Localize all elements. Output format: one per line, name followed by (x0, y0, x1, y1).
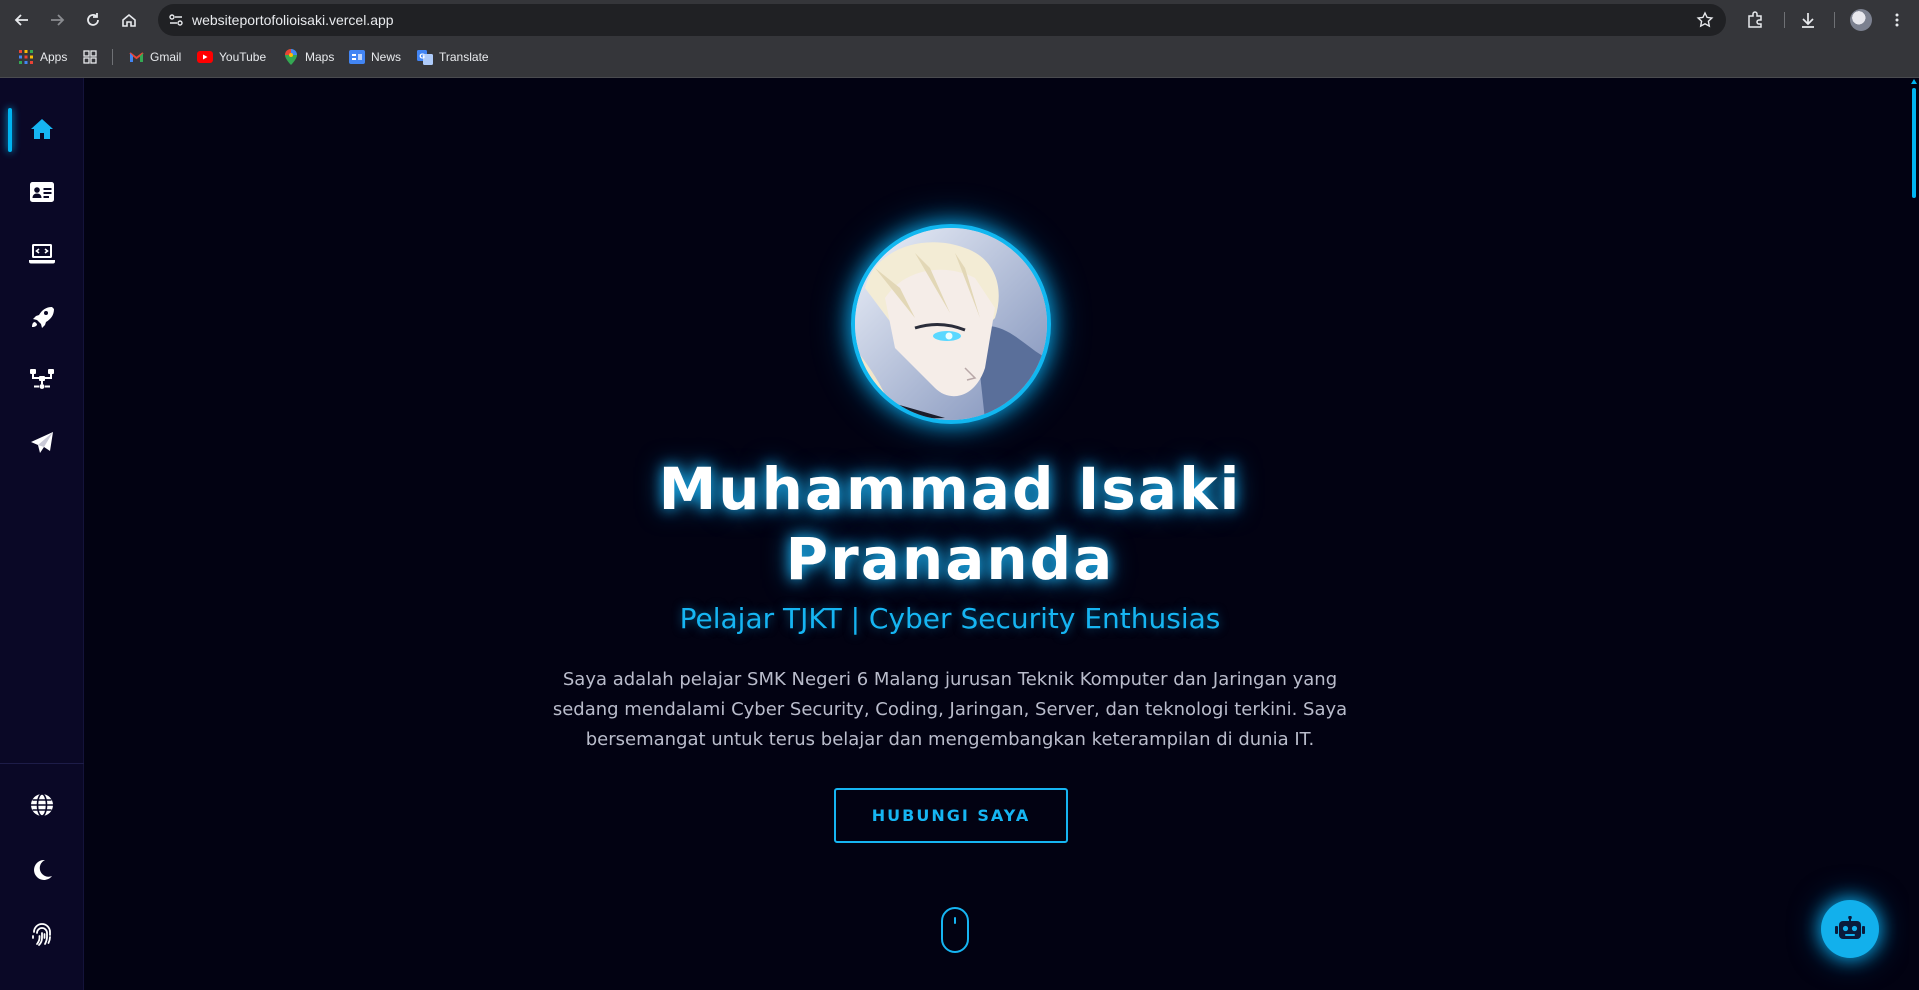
hero-name: Muhammad Isaki Pranandа (84, 454, 1816, 594)
apps-grid-icon (18, 49, 34, 65)
extensions-button[interactable] (1743, 8, 1767, 32)
moon-icon (34, 859, 52, 880)
browser-chrome: websiteportofolioisaki.vercel.app Apps G… (0, 0, 1919, 78)
hero-name-line2: Pranandа (785, 525, 1115, 593)
bookmark-translate[interactable]: G Translate (417, 44, 489, 70)
reload-icon (87, 13, 99, 26)
fingerprint-icon (32, 923, 51, 946)
site-info-icon[interactable] (168, 12, 184, 28)
home-button[interactable] (117, 8, 141, 32)
scroll-up-arrow-icon[interactable] (1911, 79, 1917, 84)
browser-home-icon (122, 13, 136, 27)
profile-photo (851, 224, 1051, 424)
hero-tagline: Pelajar TJKT | Cyber Security Enthusias (679, 602, 1221, 635)
reload-button[interactable] (81, 8, 105, 32)
sidebar-item-contact[interactable] (0, 417, 84, 469)
arrow-right-icon (51, 14, 65, 26)
bookmark-label: Apps (40, 50, 68, 64)
rocket-icon (32, 307, 54, 328)
language-toggle[interactable] (0, 779, 84, 831)
maps-icon (283, 49, 299, 65)
page-viewport: Muhammad Isaki Pranandа Pelajar TJKT | C… (0, 78, 1919, 990)
menu-button[interactable] (1885, 8, 1909, 32)
sidebar-nav (0, 78, 84, 990)
translate-icon: G (417, 49, 433, 65)
bookmark-label: Gmail (150, 50, 182, 64)
bookmark-divider (112, 49, 113, 65)
gmail-icon (128, 49, 144, 65)
sidebar-separator (0, 763, 84, 764)
mouse-wheel-icon (954, 917, 956, 924)
sidebar-item-home[interactable] (0, 103, 84, 155)
hero-name-line1: Muhammad Isaki (658, 455, 1242, 523)
network-icon (30, 369, 54, 389)
contact-me-button[interactable]: HUBUNGI SAYA (834, 788, 1068, 843)
url-text[interactable]: websiteportofolioisaki.vercel.app (192, 12, 394, 28)
puzzle-icon (1748, 11, 1762, 28)
bookmark-star-icon[interactable] (1696, 11, 1714, 29)
arrow-left-icon (14, 14, 28, 26)
laptop-code-icon (29, 244, 55, 264)
globe-icon (31, 793, 53, 817)
id-card-icon (30, 182, 54, 202)
bookmark-news[interactable]: News (349, 44, 401, 70)
theme-toggle[interactable] (0, 844, 84, 896)
anime-avatar-illustration (855, 228, 1047, 420)
scrollbar-thumb[interactable] (1912, 88, 1916, 198)
bookmarks-bar: Apps Gmail YouTube Maps News G Translate (0, 44, 1919, 70)
back-button[interactable] (10, 8, 34, 32)
bookmark-label: YouTube (219, 50, 267, 64)
toolbar-divider (1834, 12, 1835, 28)
profile-avatar[interactable] (1850, 9, 1872, 31)
downloads-button[interactable] (1796, 8, 1820, 32)
scroll-down-indicator[interactable] (941, 907, 969, 953)
bookmark-tab-groups[interactable] (82, 44, 98, 70)
home-icon (31, 119, 53, 139)
svg-text:G: G (419, 52, 425, 60)
bookmark-youtube[interactable]: YouTube (197, 44, 266, 70)
youtube-icon (197, 49, 213, 65)
bookmark-gmail[interactable]: Gmail (128, 44, 181, 70)
tab-groups-icon (82, 49, 98, 65)
page-scrollbar[interactable] (1909, 78, 1919, 990)
chatbot-button[interactable] (1821, 900, 1879, 958)
security-button[interactable] (0, 909, 84, 961)
sidebar-item-network[interactable] (0, 353, 84, 405)
bookmark-label: Translate (439, 50, 489, 64)
kebab-menu-icon (1895, 13, 1899, 27)
robot-icon (1835, 916, 1865, 939)
hero-section: Muhammad Isaki Pranandа Pelajar TJKT | C… (84, 78, 1909, 990)
address-bar[interactable]: websiteportofolioisaki.vercel.app (158, 4, 1726, 36)
bookmark-label: Maps (305, 50, 335, 64)
bookmark-label: News (371, 50, 402, 64)
paper-plane-icon (31, 432, 53, 453)
download-icon (1802, 13, 1814, 28)
browser-toolbar: websiteportofolioisaki.vercel.app (0, 0, 1919, 40)
hero-description: Saya adalah pelajar SMK Negeri 6 Malang … (552, 669, 1348, 750)
sidebar-item-about[interactable] (0, 166, 84, 218)
bookmark-maps[interactable]: Maps (283, 44, 334, 70)
bookmark-apps[interactable]: Apps (18, 44, 67, 70)
sidebar-item-projects[interactable] (0, 291, 84, 343)
news-icon (349, 49, 365, 65)
sidebar-item-skills[interactable] (0, 228, 84, 280)
forward-button[interactable] (45, 8, 69, 32)
toolbar-divider (1784, 12, 1785, 28)
